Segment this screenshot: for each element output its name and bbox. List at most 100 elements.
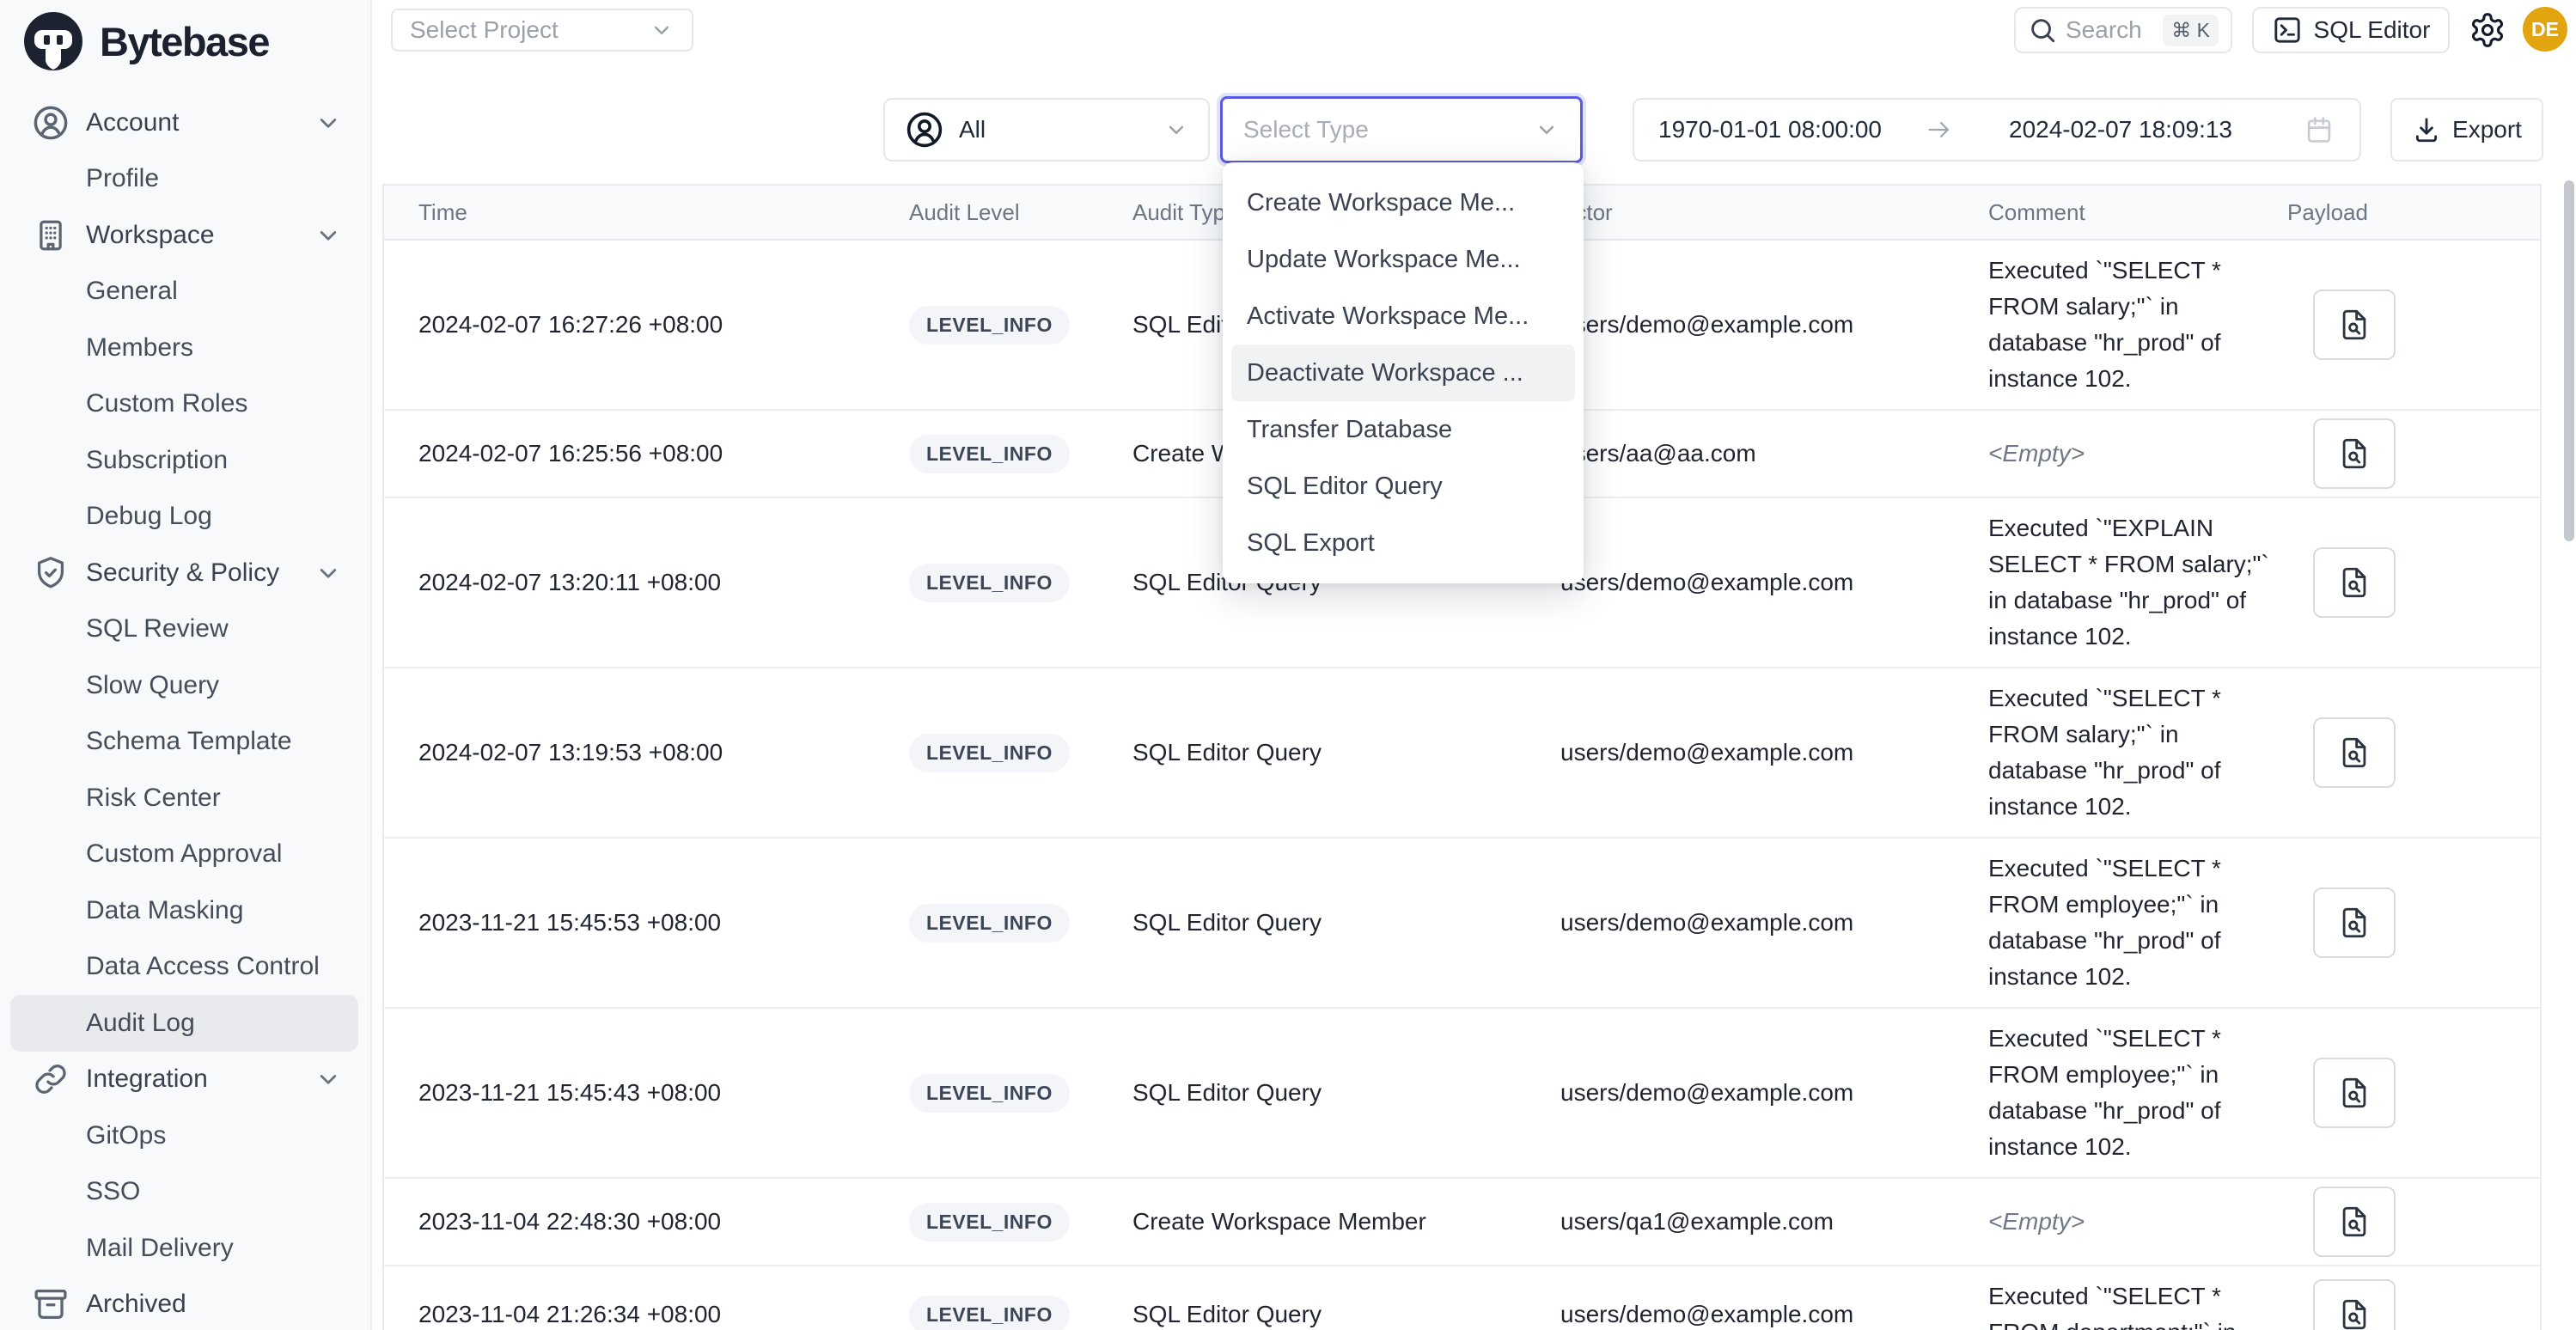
topbar: Select Project Search ⌘ K SQL Editor DE — [372, 0, 2576, 86]
filesearch-icon — [2336, 1296, 2372, 1330]
payload-view-button[interactable] — [2313, 290, 2396, 360]
sidebar-item-custom-approval[interactable]: Custom Approval — [10, 827, 358, 883]
table-row: 2023-11-21 15:45:43 +08:00LEVEL_INFOSQL … — [384, 1009, 2540, 1179]
gear-icon — [2469, 11, 2506, 49]
sidebar-item-label: Custom Roles — [86, 389, 247, 418]
cell-payload — [2287, 290, 2543, 360]
payload-view-button[interactable] — [2313, 418, 2396, 489]
payload-view-button[interactable] — [2313, 1058, 2396, 1128]
search-shortcut-kbd: ⌘ K — [2163, 15, 2219, 46]
sql-editor-button[interactable]: SQL Editor — [2252, 7, 2450, 53]
sidebar-item-integration[interactable]: Integration — [10, 1052, 358, 1108]
table-row: 2023-11-04 22:48:30 +08:00 LEVEL_INFO Crea… — [384, 1179, 2540, 1266]
menu-item-sql-export[interactable]: SQL Export — [1231, 515, 1575, 571]
project-select[interactable]: Select Project — [391, 9, 693, 52]
terminal-icon — [2272, 15, 2303, 46]
sidebar-item-sso[interactable]: SSO — [10, 1164, 358, 1221]
menu-item-activate-workspace-me[interactable]: Activate Workspace Me... — [1231, 288, 1575, 345]
sidebar-item-profile[interactable]: Profile — [10, 151, 358, 208]
cell-audit-type: Create Workspace Member — [1093, 1208, 1523, 1235]
comment-empty: <Empty> — [1988, 440, 2085, 467]
type-filter-select[interactable]: Select Type — [1220, 96, 1583, 163]
search-input[interactable]: Search ⌘ K — [2014, 7, 2232, 53]
vertical-scrollbar-thumb[interactable] — [2564, 180, 2574, 541]
payload-view-button[interactable] — [2313, 1187, 2396, 1257]
sidebar-item-schema-template[interactable]: Schema Template — [10, 714, 358, 771]
column-header-actor: Actor — [1523, 199, 1952, 226]
sidebar-item-data-masking[interactable]: Data Masking — [10, 882, 358, 939]
cell-actor: users/demo@example.com — [1523, 311, 1952, 339]
sidebar-item-general[interactable]: General — [10, 264, 358, 320]
menu-item-deactivate-workspace[interactable]: Deactivate Workspace ... — [1231, 345, 1575, 401]
settings-gear-button[interactable] — [2464, 7, 2511, 53]
export-button[interactable]: Export — [2390, 98, 2543, 162]
filesearch-icon — [2336, 307, 2372, 343]
brand: Bytebase — [22, 10, 269, 72]
menu-item-update-workspace-me[interactable]: Update Workspace Me... — [1231, 231, 1575, 288]
sidebar-item-workspace[interactable]: Workspace — [10, 207, 358, 264]
calendar-icon — [2303, 113, 2335, 146]
sidebar-item-members[interactable]: Members — [10, 320, 358, 376]
menu-item-transfer-database[interactable]: Transfer Database — [1231, 401, 1575, 458]
comment-text: Executed `"SELECT * FROM department;"` i… — [1988, 1283, 2236, 1330]
sql-editor-label: SQL Editor — [2314, 16, 2431, 44]
sidebar-item-sql-review[interactable]: SQL Review — [10, 601, 358, 658]
date-range-picker[interactable]: 1970-01-01 08:00:00 2024-02-07 18:09:13 — [1633, 98, 2361, 162]
avatar[interactable]: DE — [2523, 7, 2567, 52]
export-label: Export — [2452, 116, 2522, 143]
cell-payload — [2287, 1187, 2543, 1257]
cell-time: 2024-02-07 16:27:26 +08:00 — [384, 311, 870, 339]
table-row: 2023-11-21 15:45:53 +08:00LEVEL_INFOSQL … — [384, 839, 2540, 1009]
sidebar-item-debug-log[interactable]: Debug Log — [10, 489, 358, 546]
cell-actor: users/demo@example.com — [1523, 569, 1952, 596]
sidebar-item-label: Workspace — [86, 221, 215, 250]
shield-icon — [31, 553, 70, 593]
sidebar-item-label: Subscription — [86, 446, 228, 475]
bytebase-logo-icon — [22, 10, 84, 72]
cell-actor: users/aa@aa.com — [1523, 440, 1952, 467]
level-badge: LEVEL_INFO — [909, 306, 1070, 345]
payload-view-button[interactable] — [2313, 717, 2396, 788]
search-placeholder: Search — [2066, 16, 2154, 44]
sidebar-item-risk-center[interactable]: Risk Center — [10, 770, 358, 827]
sidebar-item-account[interactable]: Account — [10, 95, 358, 151]
comment-empty: <Empty> — [1988, 1208, 2085, 1235]
building-icon — [31, 216, 70, 255]
level-badge: LEVEL_INFO — [909, 1203, 1070, 1242]
cell-actor: users/demo@example.com — [1523, 1301, 1952, 1328]
sidebar-item-gitops[interactable]: GitOps — [10, 1107, 358, 1164]
sidebar-item-mail-delivery[interactable]: Mail Delivery — [10, 1220, 358, 1277]
sidebar-item-subscription[interactable]: Subscription — [10, 432, 358, 489]
cell-comment: Executed `"SELECT * FROM salary;"` in da… — [1952, 668, 2287, 837]
audit-log-page: Bytebase AccountProfile Workspace General M… — [0, 0, 2576, 1330]
cell-comment: Executed `"SELECT * FROM department;"` i… — [1952, 1266, 2287, 1330]
payload-view-button[interactable] — [2313, 547, 2396, 618]
sidebar-item-custom-roles[interactable]: Custom Roles — [10, 376, 358, 433]
sidebar-item-label: General — [86, 277, 178, 306]
cell-audit-level: LEVEL_INFO — [870, 564, 1093, 602]
cell-time: 2023-11-04 22:48:30 +08:00 — [384, 1208, 870, 1235]
cell-actor: users/demo@example.com — [1523, 739, 1952, 766]
actor-filter-select[interactable]: All — [883, 98, 1210, 162]
sidebar: Bytebase AccountProfile Workspace General M… — [0, 0, 372, 1330]
sidebar-item-data-access-control[interactable]: Data Access Control — [10, 939, 358, 996]
menu-item-sql-editor-query[interactable]: SQL Editor Query — [1231, 458, 1575, 515]
download-icon — [2412, 115, 2441, 144]
sidebar-item-label: Custom Approval — [86, 839, 282, 869]
sidebar-item-security-policy[interactable]: Security & Policy — [10, 545, 358, 601]
payload-view-button[interactable] — [2313, 888, 2396, 958]
column-header-audit-level: Audit Level — [870, 199, 1093, 226]
sidebar-item-label: Slow Query — [86, 671, 219, 700]
sidebar-item-archived[interactable]: Archived — [10, 1277, 358, 1330]
sidebar-item-audit-log[interactable]: Audit Log — [10, 995, 358, 1052]
comment-text: Executed `"SELECT * FROM employee;"` in … — [1988, 1025, 2221, 1160]
sidebar-item-label: GitOps — [86, 1121, 166, 1150]
filesearch-icon — [2336, 905, 2372, 941]
menu-item-create-workspace-me[interactable]: Create Workspace Me... — [1231, 174, 1575, 231]
sidebar-item-label: Data Masking — [86, 896, 243, 925]
payload-view-button[interactable] — [2313, 1279, 2396, 1330]
sidebar-item-slow-query[interactable]: Slow Query — [10, 657, 358, 714]
column-header-payload: Payload — [2287, 199, 2543, 226]
cell-audit-level: LEVEL_INFO — [870, 435, 1093, 473]
cell-comment: Executed `"EXPLAIN SELECT * FROM salary;… — [1952, 498, 2287, 667]
